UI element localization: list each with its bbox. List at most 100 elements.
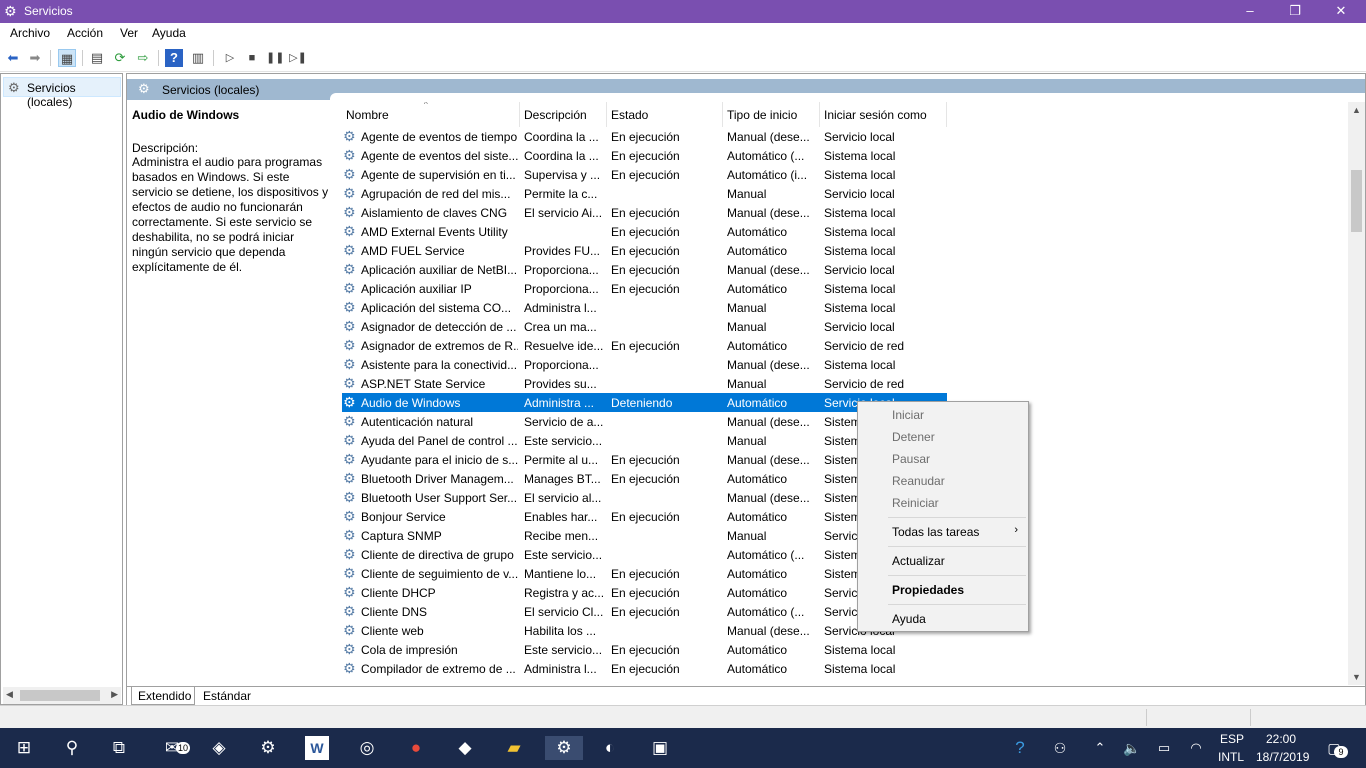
table-row[interactable]: ⚙ Aplicación auxiliar de NetBI... Proporci… (342, 260, 947, 279)
table-row[interactable]: ⚙ Compilador de extremo de ... Administra … (342, 659, 947, 678)
minimize-button[interactable]: – (1227, 0, 1273, 23)
menu-item-ayuda[interactable]: Ayuda (892, 612, 926, 626)
scrollbar-thumb[interactable] (20, 690, 100, 701)
table-row[interactable]: ⚙ Agente de supervisión en ti... Supervisa… (342, 165, 947, 184)
app-icon[interactable]: ◈ (207, 736, 231, 760)
menu-archivo[interactable]: Archivo (10, 26, 50, 40)
table-row[interactable]: ⚙ Asignador de detección de ... Crea un ma… (342, 317, 947, 336)
file-explorer-icon[interactable]: ▰ (502, 736, 526, 760)
column-header-descripcion[interactable]: Descripción (520, 102, 607, 127)
app-icon[interactable]: ◐ (598, 736, 622, 760)
menu-item-propiedades[interactable]: Propiedades (892, 583, 964, 597)
menu-ayuda[interactable]: Ayuda (152, 26, 186, 40)
menu-item-detener[interactable]: Detener (892, 430, 935, 444)
cell-nombre: Cliente de seguimiento de v... (361, 567, 518, 581)
chrome-icon[interactable]: ● (404, 736, 428, 760)
close-button[interactable]: ✕ (1318, 0, 1364, 23)
show-pane-icon[interactable]: ▥ (189, 49, 207, 67)
scrollbar-thumb[interactable] (1351, 170, 1362, 232)
column-header-estado[interactable]: Estado (607, 102, 723, 127)
chevron-up-icon[interactable]: ⌃ (1088, 736, 1112, 760)
table-row[interactable]: ⚙ Asignador de extremos de R... Resuelve i… (342, 336, 947, 355)
word-icon[interactable]: W (305, 736, 329, 760)
app-icon[interactable]: ◆ (453, 736, 477, 760)
clock-time[interactable]: 22:00 (1266, 732, 1296, 746)
menu-item-reanudar[interactable]: Reanudar (892, 474, 945, 488)
sort-ascending-icon: ^ (424, 102, 428, 109)
clock-date[interactable]: 18/7/2019 (1256, 750, 1309, 764)
cell-descripcion: Resuelve ide... (524, 339, 604, 353)
table-row[interactable]: ⚙ Aislamiento de claves CNG El servicio Ai… (342, 203, 947, 222)
export-list-icon[interactable]: ⇨ (134, 49, 152, 67)
cell-estado: En ejecución (611, 510, 680, 524)
back-arrow-icon[interactable]: ⬅ (4, 49, 22, 67)
console-tree-icon[interactable]: ▦ (58, 49, 76, 67)
battery-icon[interactable]: ▭ (1152, 736, 1176, 760)
tab-extendido[interactable]: Extendido (131, 687, 195, 705)
table-row[interactable]: ⚙ Aplicación auxiliar IP Proporciona... En … (342, 279, 947, 298)
window-title: Servicios (24, 4, 73, 18)
column-header-tipo-inicio[interactable]: Tipo de inicio (723, 102, 820, 127)
menu-item-todas-las-tareas[interactable]: Todas las tareas (892, 525, 979, 539)
properties-sheet-icon[interactable]: ▤ (88, 49, 106, 67)
scroll-right-icon[interactable]: ▶ (111, 689, 118, 700)
target-app-icon[interactable]: ◎ (355, 736, 379, 760)
table-row[interactable]: ⚙ Cola de impresión Este servicio... En eje… (342, 640, 947, 659)
left-horizontal-scrollbar[interactable]: ◀ ▶ (3, 687, 121, 704)
menu-accion[interactable]: Acción (67, 26, 103, 40)
table-row[interactable]: ⚙ Agrupación de red del mis... Permite la … (342, 184, 947, 203)
services-gear-icon[interactable]: ⚙ (545, 736, 583, 760)
stop-service-icon[interactable]: ■ (243, 49, 261, 67)
cell-tipo-inicio: Automático (727, 282, 788, 296)
table-row[interactable]: ⚙ Agente de eventos del siste... Coordina … (342, 146, 947, 165)
table-row[interactable]: ⚙ Aplicación del sistema CO... Administra … (342, 298, 947, 317)
menu-ver[interactable]: Ver (120, 26, 138, 40)
search-icon[interactable]: ⚲ (60, 736, 84, 760)
menu-item-pausar[interactable]: Pausar (892, 452, 930, 466)
list-vertical-scrollbar[interactable]: ▲ ▼ (1348, 102, 1365, 685)
maximize-button[interactable]: ❐ (1272, 0, 1318, 23)
windows-start-icon[interactable]: ⊞ (12, 736, 36, 760)
tree-item-services-local[interactable]: ⚙ Servicios (locales) (3, 77, 121, 109)
volume-muted-icon[interactable]: 🔈 (1120, 736, 1144, 760)
people-icon[interactable]: ⚇ (1048, 736, 1072, 760)
wifi-icon[interactable]: ◠ (1184, 736, 1208, 760)
restart-service-icon[interactable]: ▷❚ (289, 49, 307, 67)
column-header-nombre[interactable]: ^ Nombre (342, 102, 520, 127)
forward-arrow-icon[interactable]: ➡ (26, 49, 44, 67)
cell-tipo-inicio: Automático (... (727, 548, 805, 562)
cell-nombre: Ayudante para el inicio de s... (361, 453, 518, 467)
help-question-icon[interactable]: ? (1008, 736, 1032, 760)
table-row[interactable]: ⚙ ASP.NET State Service Provides su... Manu… (342, 374, 947, 393)
cell-descripcion: Registra y ac... (524, 586, 605, 600)
table-row[interactable]: ⚙ Agente de eventos de tiempo Coordina la … (342, 127, 947, 146)
cell-estado: En ejecución (611, 567, 680, 581)
settings-gear-icon[interactable]: ⚙ (256, 736, 280, 760)
tab-estandar[interactable]: Estándar (197, 687, 257, 705)
menu-item-actualizar[interactable]: Actualizar (892, 554, 945, 568)
menu-item-reiniciar[interactable]: Reiniciar (892, 496, 939, 510)
scroll-left-icon[interactable]: ◀ (6, 689, 13, 700)
task-view-icon[interactable]: ⧉ (107, 736, 131, 760)
column-header-iniciar-sesion[interactable]: Iniciar sesión como (820, 102, 947, 127)
pause-service-icon[interactable]: ❚❚ (266, 49, 284, 67)
menu-item-iniciar[interactable]: Iniciar (892, 408, 924, 422)
language-top[interactable]: ESP (1220, 732, 1244, 746)
menu-bar: Archivo Acción Ver Ayuda (0, 23, 1366, 44)
cell-descripcion: Crea un ma... (524, 320, 597, 334)
language-bottom[interactable]: INTL (1218, 750, 1244, 764)
service-gear-icon: ⚙ (343, 584, 356, 600)
cell-descripcion: Proporciona... (524, 263, 599, 277)
start-service-icon[interactable]: ▷ (221, 49, 239, 67)
table-row[interactable]: ⚙ AMD FUEL Service Provides FU... En ejecuc… (342, 241, 947, 260)
refresh-icon[interactable]: ⟳ (111, 49, 129, 67)
table-row[interactable]: ⚙ Asistente para la conectivid... Proporci… (342, 355, 947, 374)
cell-tipo-inicio: Automático (727, 396, 788, 410)
help-icon[interactable]: ? (165, 49, 183, 67)
cell-tipo-inicio: Automático (... (727, 605, 805, 619)
app-window-icon[interactable]: ▣ (648, 736, 672, 760)
table-row[interactable]: ⚙ AMD External Events Utility En ejecución… (342, 222, 947, 241)
scroll-up-icon[interactable]: ▲ (1352, 105, 1361, 115)
scroll-down-icon[interactable]: ▼ (1352, 672, 1361, 682)
cell-nombre: Agente de eventos del siste... (361, 149, 518, 163)
